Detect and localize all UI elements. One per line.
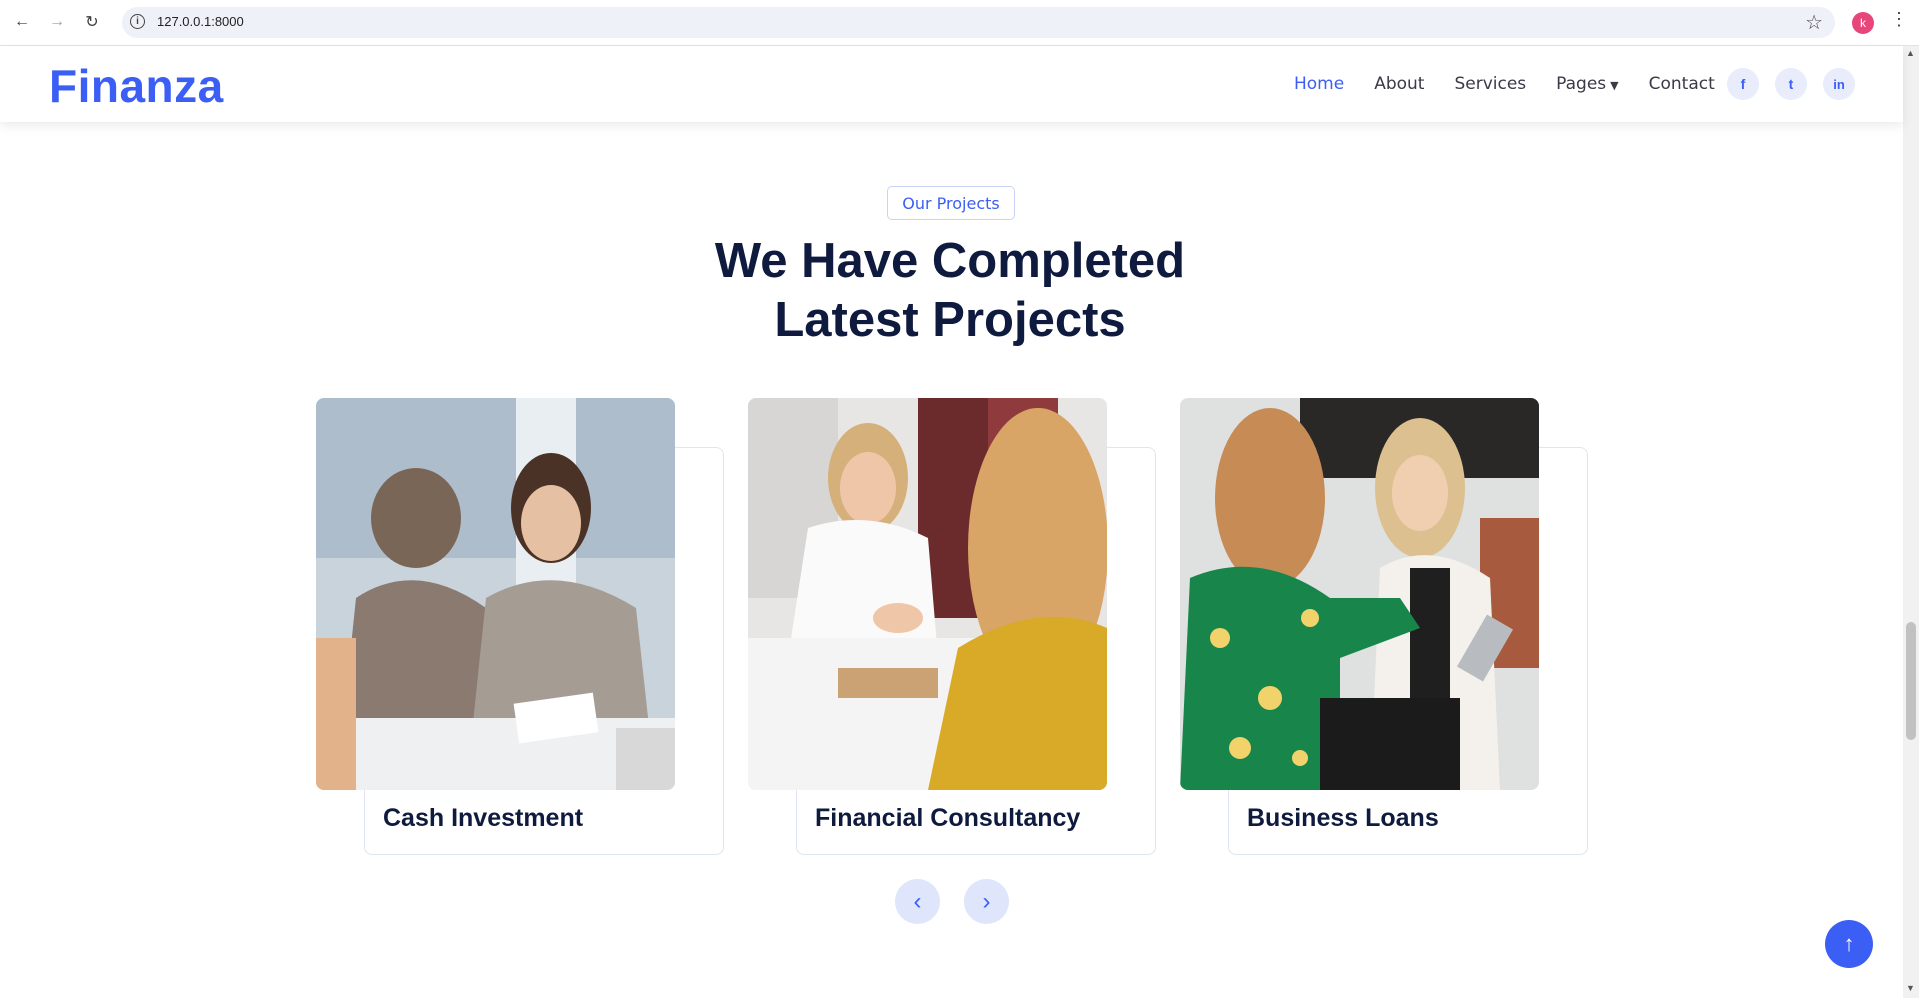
site-logo[interactable]: Finanza bbox=[49, 59, 224, 113]
twitter-icon[interactable]: t bbox=[1775, 68, 1807, 100]
carousel-prev-button[interactable]: ‹ bbox=[895, 879, 940, 924]
section-title-line2: Latest Projects bbox=[774, 293, 1126, 347]
linkedin-icon[interactable]: in bbox=[1823, 68, 1855, 100]
project-image[interactable] bbox=[316, 398, 675, 790]
browser-toolbar: ← → ↻ i 127.0.0.1:8000 ☆ k ⋮ bbox=[0, 0, 1919, 46]
section-title-line1: We Have Completed bbox=[714, 234, 1186, 288]
browser-menu-icon[interactable]: ⋮ bbox=[1890, 10, 1908, 28]
carousel-next-button[interactable]: › bbox=[964, 879, 1009, 924]
nav-pages[interactable]: Pages ▼ bbox=[1556, 74, 1618, 94]
section-title: We Have Completed Latest Projects bbox=[560, 232, 1340, 350]
nav-about[interactable]: About bbox=[1374, 74, 1424, 94]
project-title[interactable]: Business Loans bbox=[1247, 804, 1439, 833]
page-scrollbar[interactable] bbox=[1903, 46, 1919, 998]
nav-contact[interactable]: Contact bbox=[1649, 74, 1715, 94]
site-header: Finanza Home About Services Pages ▼ Conta… bbox=[0, 46, 1903, 122]
profile-avatar[interactable]: k bbox=[1852, 12, 1874, 34]
nav-home[interactable]: Home bbox=[1294, 74, 1344, 94]
main-nav: Home About Services Pages ▼ Contact bbox=[1294, 74, 1715, 94]
project-image[interactable] bbox=[1180, 398, 1539, 790]
colleagues-photo bbox=[1180, 398, 1539, 790]
bookmark-star-icon[interactable]: ☆ bbox=[1805, 10, 1823, 35]
url-text[interactable]: 127.0.0.1:8000 bbox=[157, 14, 244, 29]
back-icon[interactable]: ← bbox=[10, 10, 34, 34]
scrollbar-thumb[interactable] bbox=[1906, 622, 1916, 740]
section-tag: Our Projects bbox=[887, 186, 1015, 220]
scroll-up-icon[interactable]: ▲ bbox=[1906, 48, 1915, 58]
project-title[interactable]: Cash Investment bbox=[383, 804, 583, 833]
chevron-down-icon: ▼ bbox=[1610, 79, 1619, 92]
project-image[interactable] bbox=[748, 398, 1107, 790]
site-info-icon[interactable]: i bbox=[130, 14, 145, 29]
meeting-photo bbox=[316, 398, 675, 790]
nav-services[interactable]: Services bbox=[1454, 74, 1526, 94]
project-title[interactable]: Financial Consultancy bbox=[815, 804, 1080, 833]
handshake-photo bbox=[748, 398, 1107, 790]
forward-icon[interactable]: → bbox=[45, 10, 69, 34]
nav-pages-label: Pages bbox=[1556, 74, 1607, 94]
address-bar[interactable]: i 127.0.0.1:8000 ☆ bbox=[122, 7, 1835, 38]
scroll-down-icon[interactable]: ▼ bbox=[1906, 983, 1915, 993]
facebook-icon[interactable]: f bbox=[1727, 68, 1759, 100]
back-to-top-button[interactable]: ↑ bbox=[1825, 920, 1873, 968]
reload-icon[interactable]: ↻ bbox=[80, 10, 104, 34]
